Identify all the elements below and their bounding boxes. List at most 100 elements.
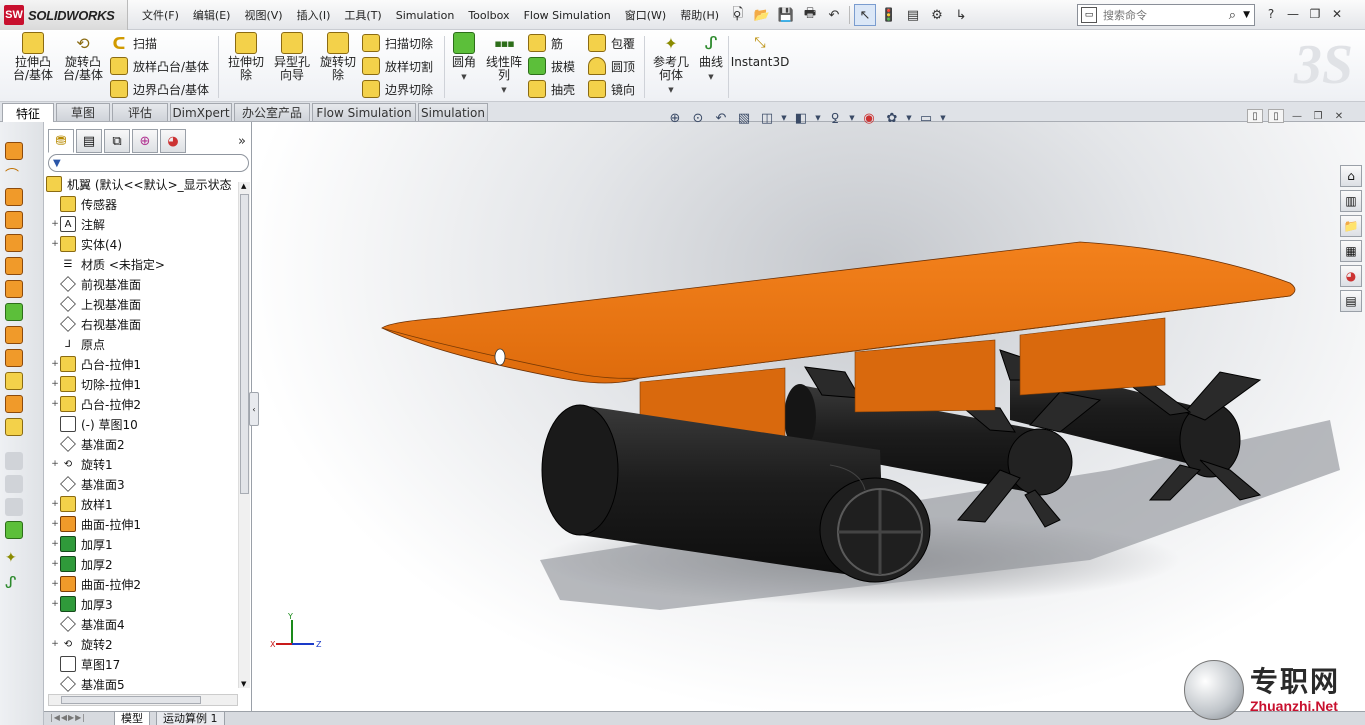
expand-icon[interactable]: + [50,399,60,409]
tree-item[interactable]: + 加厚3 [50,594,113,614]
home-icon[interactable]: ⌂ [1340,165,1362,187]
featuremanager-tab-icon[interactable]: ⛃ [48,129,74,153]
expand-icon[interactable]: + [50,219,60,229]
tree-item[interactable]: + A 注解 [50,214,105,234]
help-icon[interactable]: ? [1262,4,1280,24]
search-scope-icon[interactable]: ▭ [1081,7,1097,23]
expand-icon[interactable]: + [50,579,60,589]
tree-item[interactable]: (-) 草图10 [50,414,138,434]
curves-dropdown-icon[interactable]: ▼ [708,71,713,84]
strip-knit-icon[interactable] [5,395,23,413]
view-settings-dropdown-icon[interactable]: ▼ [939,109,947,127]
menu-insert[interactable]: 插入(I) [290,7,338,23]
fillet-button[interactable]: 圆角 ▼ [450,32,478,84]
menu-flow-simulation[interactable]: Flow Simulation [517,9,618,22]
menu-edit[interactable]: 编辑(E) [186,7,238,23]
tree-item[interactable]: + 加厚2 [50,554,113,574]
tab-office-products[interactable]: 办公室产品 [234,103,310,121]
tab-sketch[interactable]: 草图 [56,103,110,121]
print-icon[interactable]: 🖶 [799,4,821,26]
wrap-button[interactable]: 包覆 [588,34,635,52]
zoom-to-fit-icon[interactable]: ⊕ [665,109,685,127]
tile-icon[interactable]: ▯ [1247,109,1263,123]
tree-item[interactable]: + ⟲ 旋转2 [50,634,112,654]
display-manager-tab-icon[interactable]: ◕ [160,129,186,153]
doc-restore-icon[interactable]: ❐ [1310,109,1326,123]
menu-simulation[interactable]: Simulation [389,9,462,22]
menu-tools[interactable]: 工具(T) [337,7,388,23]
strip-surface-icon[interactable] [5,280,23,298]
configuration-tab-icon[interactable]: ⧉ [104,129,130,153]
linear-pattern-button[interactable]: ▪▪▪ 线性阵 列 ▼ [482,32,526,97]
file-properties-icon[interactable]: ▤ [902,4,924,26]
pointer-icon[interactable]: ↳ [950,4,972,26]
tree-item[interactable]: 基准面2 [50,434,125,454]
strip-fillet-icon[interactable] [5,303,23,321]
tree-item[interactable]: + 凸台-拉伸2 [50,394,141,414]
tree-item[interactable]: + 曲面-拉伸1 [50,514,141,534]
tab-motion-study[interactable]: 运动算例 1 [156,712,225,725]
curves-button[interactable]: ᔑ 曲线 ▼ [696,32,726,84]
tree-item[interactable]: ☰ 材质 <未指定> [50,254,165,274]
ref-geometry-dropdown-icon[interactable]: ▼ [668,84,673,97]
expand-icon[interactable]: + [50,519,60,529]
select-icon[interactable]: ↖ [854,4,876,26]
extrude-cut-button[interactable]: 拉伸切 除 [224,32,268,82]
mirror-button[interactable]: 镜向 [588,80,635,98]
strip-curves-icon[interactable]: ᔑ [5,573,23,592]
tree-item[interactable]: + 曲面-拉伸2 [50,574,141,594]
boundary-cut-button[interactable]: 边界切除 [362,80,433,98]
restore-icon[interactable]: ❐ [1306,4,1324,24]
display-style-dropdown-icon[interactable]: ▼ [814,109,822,127]
tree-item[interactable]: + 凸台-拉伸1 [50,354,141,374]
expand-icon[interactable]: + [50,539,60,549]
appearances-icon[interactable]: ◕ [1340,265,1362,287]
options-icon[interactable]: ⚙ [926,4,948,26]
tree-item[interactable]: 右视基准面 [50,314,141,334]
design-library-icon[interactable]: ▥ [1340,190,1362,212]
search-dropdown-icon[interactable]: ▼ [1243,10,1250,20]
apply-scene-icon[interactable]: ✿ [882,109,902,127]
tree-item[interactable]: 传感器 [50,194,117,214]
view-palette-icon[interactable]: ▦ [1340,240,1362,262]
tree-item[interactable]: + 加厚1 [50,534,113,554]
tree-item[interactable]: + ⟲ 旋转1 [50,454,112,474]
scroll-thumb[interactable] [240,194,249,494]
scroll-down-icon[interactable]: ▼ [241,680,246,688]
hide-show-items-icon[interactable]: ꝿ [825,109,845,127]
expand-icon[interactable]: + [50,639,60,649]
strip-ref-geometry-icon[interactable]: ✦ [5,550,23,568]
strip-extrude-icon[interactable] [5,142,23,160]
tab-flow-simulation[interactable]: Flow Simulation [312,103,416,121]
tree-item[interactable]: 基准面4 [50,614,125,634]
expand-icon[interactable]: + [50,559,60,569]
view-orientation-dropdown-icon[interactable]: ▼ [780,109,788,127]
close-icon[interactable]: ✕ [1328,4,1346,24]
hole-wizard-button[interactable]: 异型孔 向导 [270,32,314,82]
sweep-button[interactable]: ᑕ 扫描 [110,34,157,53]
tree-item[interactable]: + 放样1 [50,494,113,514]
custom-properties-icon[interactable]: ▤ [1340,290,1362,312]
menu-file[interactable]: 文件(F) [135,7,186,23]
tree-item[interactable]: ⅃ 原点 [50,334,105,354]
menu-help[interactable]: 帮助(H) [673,7,726,23]
strip-ruled-icon[interactable] [5,349,23,367]
tab-evaluate[interactable]: 评估 [112,103,168,121]
loft-boss-button[interactable]: 放样凸台/基体 [110,57,209,75]
instant3d-button[interactable]: ⤡ Instant3D [731,32,790,69]
section-view-icon[interactable]: ▧ [734,109,754,127]
expand-icon[interactable]: + [50,359,60,369]
hscroll-thumb[interactable] [61,696,201,704]
swept-cut-button[interactable]: 扫描切除 [362,34,433,52]
save-icon[interactable]: 💾 [775,4,797,26]
graphics-area[interactable]: Y X Z [252,122,1365,711]
revolve-cut-button[interactable]: 旋转切 除 [316,32,360,82]
tree-item[interactable]: 前视基准面 [50,274,141,294]
solidworks-logo[interactable]: SW SOLIDWORKS [0,0,128,30]
view-settings-icon[interactable]: ▭ [916,109,936,127]
lofted-cut-button[interactable]: 放样切割 [362,57,433,75]
expand-icon[interactable]: + [50,599,60,609]
hide-show-dropdown-icon[interactable]: ▼ [848,109,856,127]
tab-simulation[interactable]: Simulation [418,103,488,121]
strip-sweep-icon[interactable] [5,188,23,206]
